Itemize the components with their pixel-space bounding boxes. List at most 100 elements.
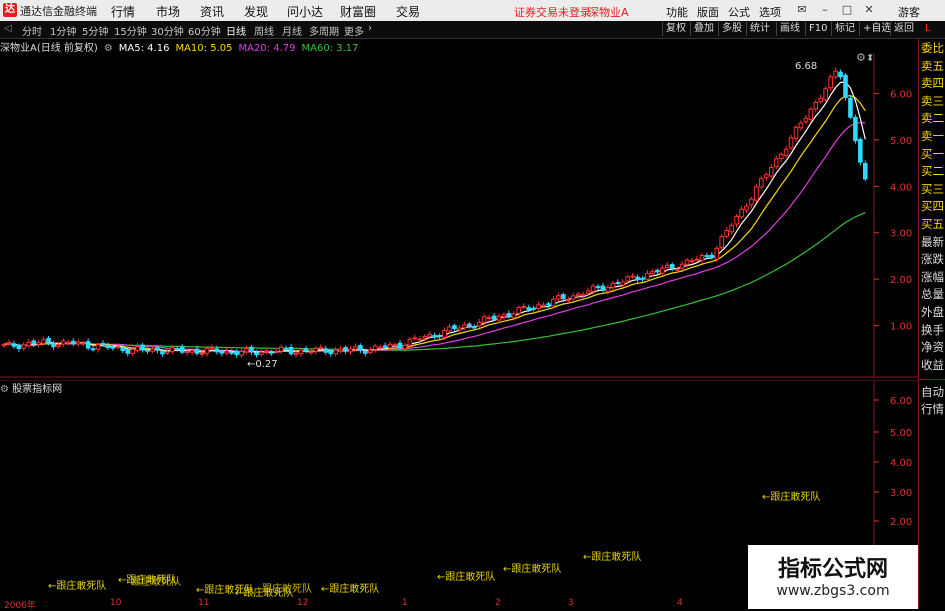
quote-field-label: 委比 (921, 41, 944, 55)
menu-discover[interactable]: 发现 (244, 3, 268, 20)
candle-body (407, 338, 413, 346)
period-tab-1min[interactable]: 1分钟 (50, 23, 76, 38)
candle-body (635, 276, 640, 281)
close-icon[interactable]: ✕ (862, 3, 876, 17)
candle-body (264, 350, 269, 353)
panel-divider (919, 379, 945, 380)
menu-wealth-circle[interactable]: 财富圈 (340, 3, 376, 20)
menu-formula[interactable]: 公式 (728, 4, 750, 20)
x-axis-label: 2 (495, 598, 501, 608)
minimize-icon[interactable]: – (818, 3, 832, 17)
candle-body (447, 326, 452, 332)
candle-body (729, 224, 734, 233)
menu-trade[interactable]: 交易 (396, 3, 420, 20)
candle-body (511, 313, 517, 319)
candle-body (333, 349, 338, 355)
signal-label: ←跟庄敢死队 (583, 552, 642, 563)
candle-body (803, 117, 809, 123)
period-tab-weekly[interactable]: 周线 (254, 23, 274, 38)
candle-body (764, 174, 769, 179)
multi-stock-button[interactable]: 多股 (718, 22, 745, 36)
menu-market[interactable]: 市场 (156, 3, 180, 20)
watermark: 指标公式网 www.zbgs3.com (748, 545, 918, 609)
menu-options[interactable]: 选项 (759, 4, 781, 20)
menu-ask[interactable]: 问小达 (287, 3, 323, 20)
user-label[interactable]: 游客 (898, 4, 920, 20)
period-tab-5min[interactable]: 5分钟 (82, 23, 108, 38)
overlay-button[interactable]: 叠加 (690, 22, 717, 36)
period-tab-more[interactable]: 更多 (344, 23, 364, 38)
candle-body (135, 345, 140, 351)
candle-body (749, 198, 754, 206)
candle-body (843, 74, 848, 98)
candle-body (179, 346, 185, 353)
candle-body (734, 215, 739, 225)
app-name: 通达信金融终端 (20, 5, 97, 18)
candle-body (6, 341, 12, 345)
candle-body (759, 178, 764, 188)
candle-body (739, 208, 744, 218)
candle-body (283, 347, 289, 350)
candle-body (432, 334, 437, 338)
candle-body (80, 342, 86, 345)
more-chevron-icon[interactable]: › (368, 23, 372, 34)
candle-body (620, 281, 626, 286)
candle-body (184, 350, 190, 354)
candle-body (313, 347, 319, 352)
mark-button[interactable]: 标记 (831, 22, 858, 36)
period-tab-30min[interactable]: 30分钟 (151, 23, 184, 38)
candle-body (100, 342, 106, 345)
period-tab-60min[interactable]: 60分钟 (188, 23, 221, 38)
candle-body (145, 349, 150, 352)
menu-function[interactable]: 功能 (666, 4, 688, 20)
menu-news[interactable]: 资讯 (200, 3, 224, 20)
message-icon[interactable]: ✉ (795, 3, 809, 17)
period-tab-intraday[interactable]: 分时 (22, 23, 42, 38)
price-axis-label: 6.00 (890, 89, 912, 100)
quote-toggle[interactable]: 行情 (921, 402, 945, 416)
period-tab-daily[interactable]: 日线 (226, 23, 246, 38)
candle-body (303, 348, 309, 352)
quote-field-label: 总量 (921, 287, 944, 302)
candle-body (85, 341, 91, 349)
candle-body (229, 351, 234, 354)
login-notice[interactable]: 证券交易未登录 (514, 4, 591, 20)
indicator-l-label: L (925, 23, 931, 34)
period-toolbar: ◁ 分时 1分钟 5分钟 15分钟 30分钟 60分钟 日线 周线 月线 多周期… (0, 21, 945, 39)
settings-gear-icon[interactable]: ⚙ (856, 53, 866, 64)
candle-body (833, 70, 838, 78)
adjust-button[interactable]: 复权 (662, 22, 689, 36)
period-tab-monthly[interactable]: 月线 (282, 23, 302, 38)
signal-label: ←跟庄敢死队 (321, 584, 380, 595)
title-bar: 达 通达信金融终端 行情 市场 资讯 发现 问小达 财富圈 交易 证券交易未登录… (0, 0, 945, 22)
f10-button[interactable]: F10 (805, 22, 830, 36)
quote-field-label: 卖一 (921, 129, 944, 143)
back-arrow-icon[interactable]: ◁ (4, 23, 12, 34)
candle-body (358, 345, 363, 351)
price-axis-label: 1.00 (890, 322, 912, 333)
candle-body (442, 330, 447, 338)
draw-line-button[interactable]: 画线 (776, 22, 803, 36)
lower-axis-label: 3.00 (890, 488, 912, 499)
chart-info-bar: 深物业A(日线 前复权) ⚙ MA5: 4.16 MA10: 5.05 MA20: 4.… (0, 39, 365, 54)
candle-body (595, 286, 601, 289)
statistics-button[interactable]: 统计 (746, 22, 773, 36)
ma20-line (3, 121, 866, 353)
up-down-arrow-icon[interactable]: ⬍ (866, 53, 874, 64)
maximize-icon[interactable]: □ (840, 3, 854, 17)
candle-body (259, 351, 264, 355)
kline-chart[interactable]: 6.68 ←0.27 ⚙ ⬍ 6.00 5.00 4.00 3.00 2.00 1.00 (0, 53, 918, 378)
quote-field-label: 卖二 (921, 111, 944, 126)
candle-body (838, 71, 843, 78)
period-tab-15min[interactable]: 15分钟 (114, 23, 147, 38)
candle-body (457, 327, 462, 331)
candle-body (209, 346, 215, 349)
candle-body (105, 345, 111, 349)
menu-layout[interactable]: 版面 (697, 4, 719, 20)
candle-body (590, 285, 596, 292)
return-button[interactable]: 返回 (890, 22, 917, 36)
period-tab-multi[interactable]: 多周期 (309, 23, 339, 38)
menu-market-quotes[interactable]: 行情 (111, 3, 135, 20)
x-axis-label: 10 (110, 598, 122, 608)
auto-toggle[interactable]: 自动 (921, 385, 945, 399)
